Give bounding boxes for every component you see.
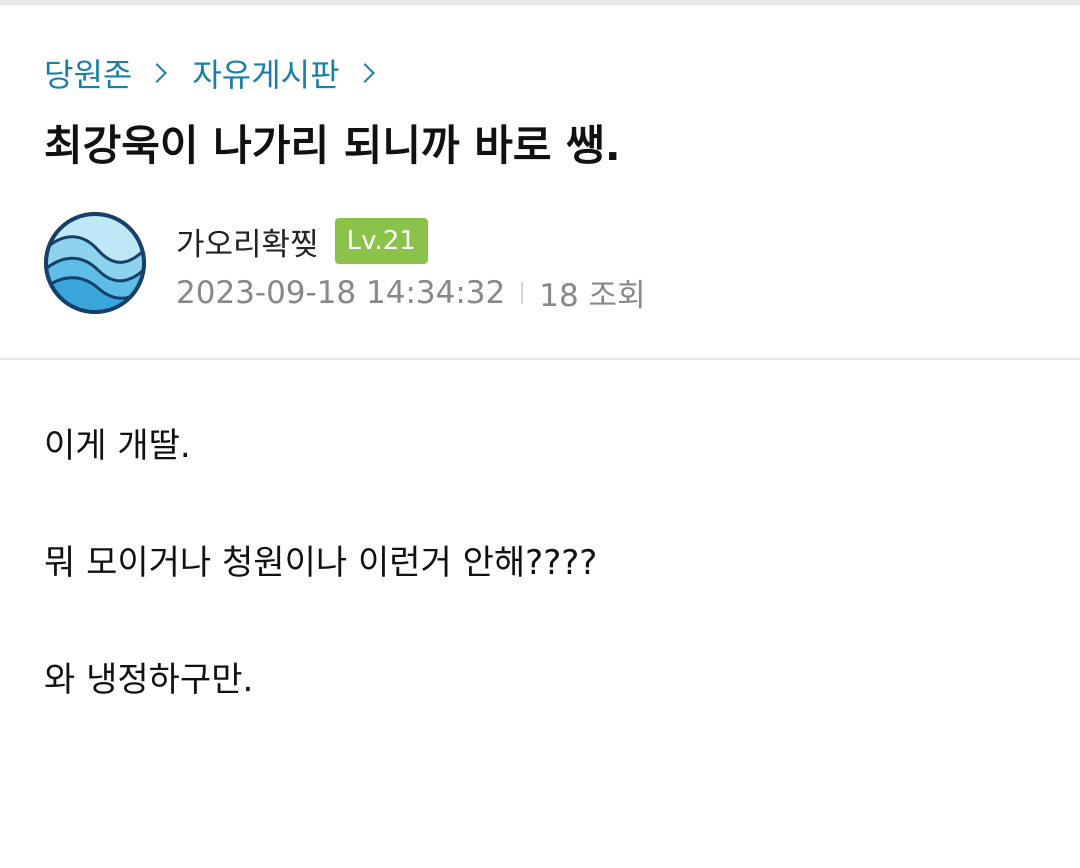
post-datetime: 2023-09-18 14:34:32 bbox=[176, 274, 506, 311]
level-badge: Lv.21 bbox=[334, 218, 428, 264]
post-body-line: 와 냉정하구만. bbox=[44, 660, 254, 700]
post-body-line: 뭐 모이거나 청원이나 이런거 안해???? bbox=[44, 543, 598, 583]
post-body-line: 이게 개딸. bbox=[44, 426, 191, 466]
chevron-right-icon bbox=[147, 63, 168, 83]
breadcrumb-item-free-board[interactable]: 자유게시판 bbox=[192, 50, 339, 96]
post-title: 최강욱이 나가리 되니까 바로 쌩. bbox=[44, 121, 621, 170]
post-meta: 2023-09-18 14:34:32 18 조회 bbox=[176, 270, 646, 315]
breadcrumb: 당원존 자유게시판 bbox=[44, 50, 400, 96]
meta-divider bbox=[521, 281, 524, 304]
breadcrumb-item-party-zone[interactable]: 당원존 bbox=[44, 50, 132, 96]
top-strip bbox=[0, 0, 1080, 5]
avatar[interactable] bbox=[42, 210, 148, 316]
author-row: 가오리확찢 Lv.21 bbox=[176, 218, 428, 264]
view-count: 18 조회 bbox=[539, 278, 646, 314]
header-divider bbox=[0, 358, 1080, 360]
chevron-right-icon bbox=[354, 63, 375, 83]
author-name[interactable]: 가오리확찢 bbox=[176, 219, 319, 264]
